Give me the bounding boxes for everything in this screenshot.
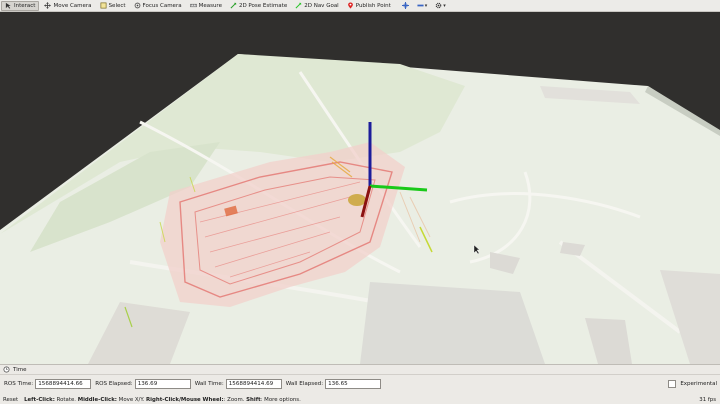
move-camera-tool-label: Move Camera — [53, 2, 92, 9]
remove-tool-menu[interactable]: ▾ — [415, 1, 430, 11]
wall-time-field[interactable]: 1568894414.69 — [225, 378, 282, 389]
minus-icon — [417, 4, 424, 7]
focus-camera-tool-label: Focus Camera — [142, 2, 182, 9]
status-bar: Reset Left-Click: Rotate. Middle-Click: … — [0, 395, 720, 404]
experimental-label: Experimental — [680, 380, 717, 387]
add-tool-button[interactable] — [400, 1, 411, 11]
chevron-down-icon: ▾ — [443, 2, 446, 9]
map-buildings — [360, 282, 545, 364]
move-camera-icon — [44, 2, 52, 9]
chevron-down-icon: ▾ — [424, 2, 428, 9]
pose-estimate-tool[interactable]: 2D Pose Estimate — [227, 1, 290, 11]
nav-goal-tool-label: 2D Nav Goal — [304, 2, 339, 9]
wall-elapsed-label: Wall Elapsed: — [285, 380, 324, 387]
wall-time-label: Wall Time: — [194, 380, 224, 387]
measure-icon — [189, 2, 197, 9]
move-camera-tool[interactable]: Move Camera — [41, 1, 94, 11]
nav-goal-tool[interactable]: 2D Nav Goal — [292, 1, 342, 11]
time-row: ROS Time: 1568894414.66 ROS Elapsed: 136… — [0, 378, 720, 389]
ros-elapsed-label: ROS Elapsed: — [95, 380, 133, 387]
publish-point-icon — [347, 2, 354, 9]
pose-estimate-icon — [230, 2, 237, 9]
status-hint: Left-Click: Rotate. Middle-Click: Move X… — [24, 396, 301, 403]
ros-time-field[interactable]: 1568894414.66 — [35, 378, 92, 389]
interact-tool[interactable]: Interact — [1, 0, 40, 11]
publish-point-tool-label: Publish Point — [355, 2, 391, 9]
tool-properties-menu[interactable]: ▾ — [433, 1, 448, 11]
select-icon — [100, 2, 107, 9]
time-panel-title: Time — [13, 366, 27, 373]
experimental-toggle[interactable]: Experimental — [668, 378, 717, 389]
fps-counter: 31 fps — [699, 396, 716, 403]
measure-tool[interactable]: Measure — [187, 1, 225, 11]
wall-elapsed-field[interactable]: 136.65 — [325, 378, 382, 389]
experimental-checkbox[interactable] — [668, 379, 677, 388]
interact-icon — [5, 2, 12, 9]
crosshair-icon — [401, 2, 409, 9]
interact-tool-label: Interact — [14, 2, 36, 9]
reset-button[interactable]: Reset — [3, 397, 18, 403]
time-panel-header: Time — [0, 364, 720, 375]
ros-time-label: ROS Time: — [4, 380, 34, 387]
render-viewport[interactable] — [0, 12, 720, 364]
focus-camera-icon — [134, 2, 141, 9]
scene-canvas — [0, 54, 720, 364]
measure-tool-label: Measure — [198, 2, 222, 9]
pose-estimate-tool-label: 2D Pose Estimate — [238, 2, 288, 9]
publish-point-tool[interactable]: Publish Point — [344, 1, 394, 11]
tool-toolbar: Interact Move Camera Select Focus Camera… — [0, 0, 720, 12]
nav-goal-icon — [295, 2, 302, 9]
focus-camera-tool[interactable]: Focus Camera — [131, 1, 185, 11]
ros-elapsed-field[interactable]: 136.69 — [134, 378, 191, 389]
select-tool[interactable]: Select — [97, 1, 129, 11]
select-tool-label: Select — [108, 2, 126, 9]
time-panel: Time ROS Time: 1568894414.66 ROS Elapsed… — [0, 364, 720, 404]
clock-icon — [3, 366, 10, 373]
gear-icon — [435, 2, 442, 9]
